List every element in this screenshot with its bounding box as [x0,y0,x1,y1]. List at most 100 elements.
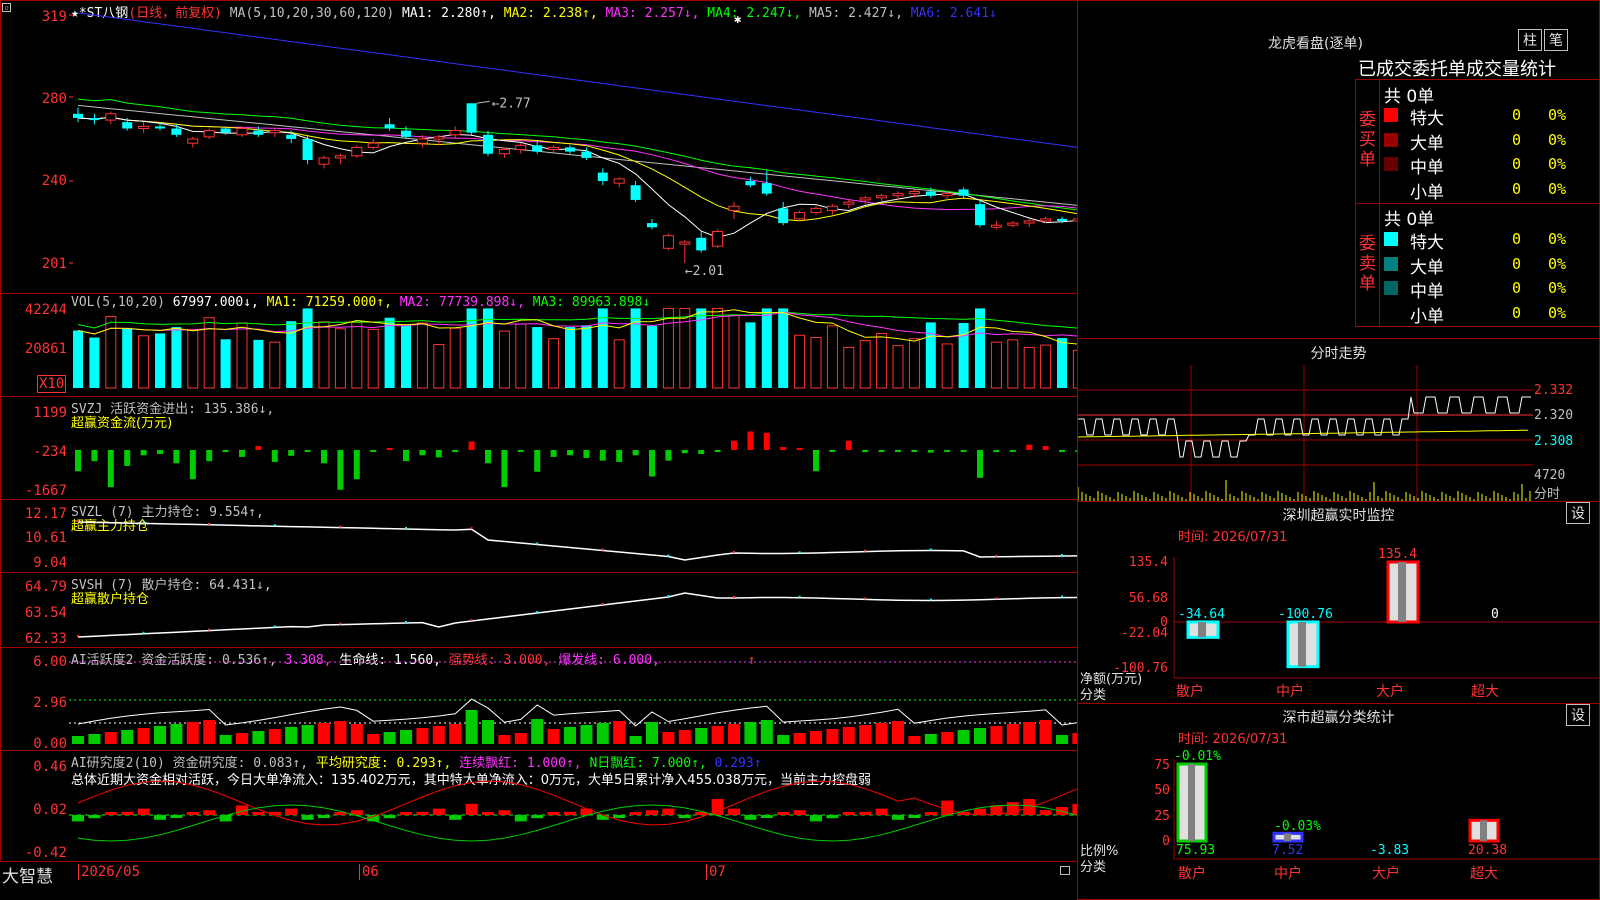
research-bar [432,808,445,815]
research-bar [596,815,609,820]
ai-activity-panel[interactable]: AI活跃度2 资金活跃度: 0.536↑, 3.308, 生命线: 1.560,… [0,647,1078,752]
stats-value: 75.93 [1176,843,1215,858]
longhu-subtitle: 已成交委托单成交量统计 [1358,59,1556,80]
svsh-tick-0: 64.79 [24,579,67,595]
volume-bar [892,345,904,389]
svzl-line-dot [470,527,473,530]
price-chart[interactable]: ←2.77 ←2.01 ✱ [69,1,1077,293]
volume-bar [1057,338,1067,388]
price-tick-3: 201 [41,256,67,272]
sell-color-swatch [1384,281,1398,295]
activity-bar [367,734,380,744]
ai-research-panel[interactable]: AI研究度2(10) 资金研究度: 0.083↑, 平均研究度: 0.293↑,… [0,750,1078,862]
svsh-panel[interactable]: SVSH (7) 散户持仓: 64.431↓, 超赢散户持仓 64.79 63.… [0,572,1078,648]
fenshi-chart[interactable] [1078,365,1533,501]
volume-bar [105,316,117,389]
sell-row: 中单 0 0% [1382,277,1600,302]
research-bar [662,808,675,815]
research-bar [760,815,773,818]
volume-bar [367,328,379,389]
fund-flow-bar [75,450,81,472]
fund-flow-bar [321,450,327,464]
volume-bar [975,308,985,388]
candle-body [662,235,674,249]
ai-activity-chart[interactable] [69,648,1077,750]
activity-bar [777,735,790,744]
activity-bar [596,723,609,744]
research-bar [301,815,314,820]
svzl-tick-1: 10.61 [24,530,67,546]
fund-flow-bar [796,448,803,450]
fund-flow-bar [534,450,541,472]
svsh-line-dot [864,597,867,600]
volume-bar [351,321,363,389]
sell-count: 0 [1512,230,1522,248]
activity-bar [285,727,298,744]
activity-bar [941,732,954,744]
svzl-chart[interactable] [69,500,1077,572]
candle-body [826,205,838,211]
fund-flow-bar [271,450,278,462]
activity-bar [695,728,708,744]
fund-flow-bar [419,450,426,456]
volume-chart[interactable] [69,294,1077,396]
candle-body [532,145,543,152]
sell-count: 0 [1512,279,1522,297]
ai-research-chart[interactable] [69,751,1077,861]
svsh-line [77,592,1077,638]
fund-flow-bar [567,450,573,456]
volume-bar [515,323,527,389]
candle-body [647,223,657,228]
svsh-chart[interactable] [69,573,1077,647]
svzl-panel[interactable]: SVZL (7) 主力持仓: 9.554↑, 超赢主力持仓 12.17 10.6… [0,499,1078,573]
lock-icon[interactable] [1060,866,1070,875]
activity-bar [252,731,265,744]
volume-bar [630,308,641,388]
stats-ytick: 50 [1154,783,1170,798]
high-label: ←2.77 [492,96,531,111]
buy-label: 大单 [1410,133,1444,154]
candle-body [975,204,985,226]
candle-body [581,151,592,158]
research-bar [186,812,199,815]
candlestick-panel[interactable]: ▫ ★*ST八钢(日线，前复权) MA(5,10,20,30,60,120) M… [0,0,1078,294]
candle-body [220,128,231,133]
volume-bar [416,322,428,389]
bar-mode-button[interactable]: 柱 [1518,29,1542,51]
candle-body [122,122,133,129]
research-bar [728,808,740,815]
fund-flow-bar [714,450,721,452]
fenshi-tick-1: 2.320 [1534,408,1574,423]
activity-bar [514,733,527,744]
svzj-panel[interactable]: SVZJ 活跃资金进出: 135.386↓, 超赢资金流(万元) 1199 -2… [0,396,1078,500]
volume-bar [155,333,165,388]
svsh-line-dot [798,595,801,598]
volume-panel[interactable]: VOL(5,10,20) 67997.000↓, MA1: 71259.000↑… [0,293,1078,397]
fund-flow-bar [747,431,754,450]
longhu-table: 委买单 委卖单 共 0单 共 0单 特大 0 0% 大单 0 0% 中单 0 0% 小单 0 0% 特… [1355,79,1600,327]
sell-count: 0 [1512,303,1522,322]
monitor-ytick: 135.4 [1129,555,1168,570]
monitor-value: 0 [1491,607,1499,622]
svzl-line-dot [929,548,932,551]
volume-bar [171,327,182,388]
fund-flow-bar [517,450,524,452]
volume-bar [810,337,822,389]
tick-mode-button[interactable]: 笔 [1544,29,1568,51]
research-bar [547,812,560,815]
fenshi-panel[interactable]: 分时走势 2.332 2.320 2.308 4720 分时 [1077,338,1600,502]
research-bar [810,815,822,822]
svzl-line-dot [208,522,211,525]
research-bar [449,815,462,820]
candle-body [73,113,83,118]
price-tick-0: 319 [41,9,67,25]
fenshi-tick-2: 2.308 [1534,434,1574,449]
volume-bar [433,344,445,389]
candle-body [990,224,1002,228]
svzl-tick-2: 9.04 [33,555,67,571]
svzj-chart[interactable] [69,397,1077,499]
volume-bar [532,327,543,388]
candle-body [794,212,806,220]
buy-color-swatch [1384,108,1398,122]
svzl-line-dot [667,554,670,557]
